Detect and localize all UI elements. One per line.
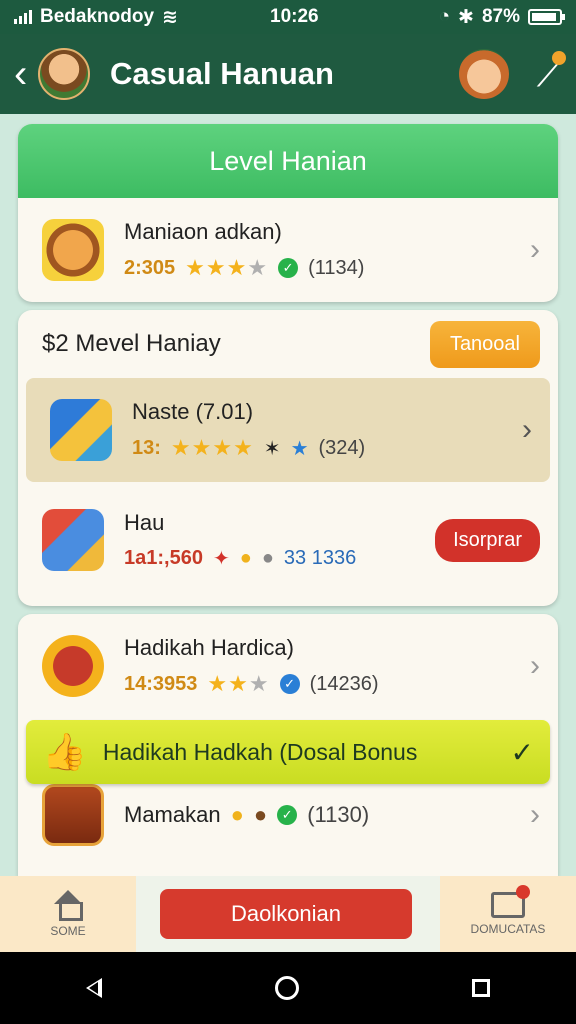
shop-card-header: $2 Mevel Haniay Tanooal [18, 310, 558, 378]
chevron-right-icon: › [530, 798, 540, 831]
chevron-right-icon: › [522, 413, 532, 446]
primary-cta-button[interactable]: Daolkonian [160, 889, 412, 939]
bottom-nav: SOME Daolkonian DOMUCATAS [0, 876, 576, 952]
seal-badge-thumbnail [42, 635, 104, 697]
sparkle-icon: ✶ [263, 437, 281, 460]
star-rating-icon: ★★★★ [185, 255, 269, 280]
review-count: (1134) [308, 256, 365, 279]
system-home-icon[interactable] [274, 976, 299, 1000]
review-count: (1130) [307, 802, 370, 827]
bonus-text: Hadikah Hadkah (Dosal Bonus [102, 738, 418, 765]
level-card-header: Level Hanian [18, 124, 558, 198]
status-bar: Bedaknodoy ≋ 10:26 ◔ ✱ 87% [0, 0, 576, 34]
wifi-icon: ≋ [162, 6, 178, 28]
chevron-right-icon: › [530, 649, 540, 682]
signal-icon [14, 10, 32, 24]
system-recents-icon[interactable] [471, 979, 490, 997]
list-item[interactable]: Hau 1a1:,560 ✦ ● ● 33 1336 Isorprar [18, 482, 558, 598]
gift-thumbnail [50, 399, 112, 461]
bear-thumbnail [42, 219, 104, 281]
back-arrow-icon[interactable]: ‹ [14, 54, 38, 94]
face-icon: ● [253, 802, 268, 827]
battery-percent: 87% [481, 6, 520, 27]
badge-icon: ✦ [212, 547, 230, 570]
review-count: (324) [318, 436, 366, 459]
carrier-name: Bedaknodoy [40, 6, 155, 27]
system-nav-bar [0, 952, 576, 1024]
item-price: 13: [132, 436, 161, 459]
nav-inbox[interactable]: DOMUCATAS [440, 876, 576, 952]
chevron-right-icon: › [530, 233, 540, 266]
mascot-avatar [38, 48, 90, 100]
profile-avatar[interactable] [458, 49, 509, 99]
home-icon [52, 890, 84, 921]
blue-star-icon: ★ [290, 437, 309, 460]
item-price: 1a1:,560 [124, 546, 203, 569]
level-card: Level Hanian Maniaon adkan) 2:305 ★★★★ ✓… [18, 124, 558, 302]
shop-thumbnail [42, 509, 104, 571]
shop-card: $2 Mevel Haniay Tanooal Naste (7.01) 13:… [18, 310, 558, 606]
item-price: 2:305 [124, 256, 176, 279]
check-icon: ✓ [510, 736, 534, 768]
nav-inbox-label: DOMUCATAS [470, 922, 546, 936]
alarm-icon: ◔ [438, 6, 451, 27]
magic-wand-icon[interactable]: ⟋ [537, 50, 567, 96]
verified-icon: ✓ [279, 674, 300, 694]
app-bar: ‹ Casual Hanuan ⟋ [0, 34, 576, 114]
coin-icon: ● [230, 802, 244, 827]
star-rating-icon: ★★★★ [170, 435, 254, 460]
app-title: Casual Hanuan [110, 56, 334, 91]
list-item[interactable]: Maniaon adkan) 2:305 ★★★★ ✓ (1134) › [18, 198, 558, 302]
item-title: Hadikah Hardica) [124, 635, 294, 660]
item-title: Maniaon adkan) [124, 219, 282, 244]
bluetooth-icon: ✱ [458, 6, 474, 28]
shop-card-title: $2 Mevel Haniay [42, 330, 221, 357]
bonus-banner[interactable]: 👍 Hadikah Hadkah (Dosal Bonus ✓ [26, 720, 550, 784]
review-count: 33 1336 [283, 546, 357, 569]
check-icon: ✓ [277, 805, 298, 825]
inbox-icon [491, 885, 530, 918]
tanooal-button[interactable]: Tanooal [429, 320, 540, 368]
item-title: Mamakan [124, 802, 221, 827]
coin-icon: ● [239, 546, 252, 569]
gray-coin-icon: ● [261, 546, 274, 569]
review-count: (14236) [309, 672, 379, 695]
item-title: Naste (7.01) [132, 399, 254, 424]
item-price: 14:3953 [124, 672, 198, 695]
system-back-icon[interactable] [86, 978, 103, 998]
thumbs-up-icon: 👍 [42, 731, 87, 772]
nav-home-label: SOME [50, 924, 86, 938]
battery-icon [528, 9, 565, 25]
item-title: Hau [124, 509, 165, 535]
list-item[interactable]: Hadikah Hardica) 14:3953 ★★★ ✓ (14236) › [18, 614, 558, 718]
nav-home[interactable]: SOME [0, 876, 136, 952]
isorprar-button[interactable]: Isorprar [435, 518, 540, 562]
list-item[interactable]: Naste (7.01) 13: ★★★★ ✶ ★ (324) › [26, 378, 550, 482]
star-rating-icon: ★★★ [207, 671, 270, 696]
check-icon: ✓ [278, 258, 299, 278]
clock: 10:26 [270, 6, 319, 27]
sign-thumbnail [42, 784, 104, 846]
